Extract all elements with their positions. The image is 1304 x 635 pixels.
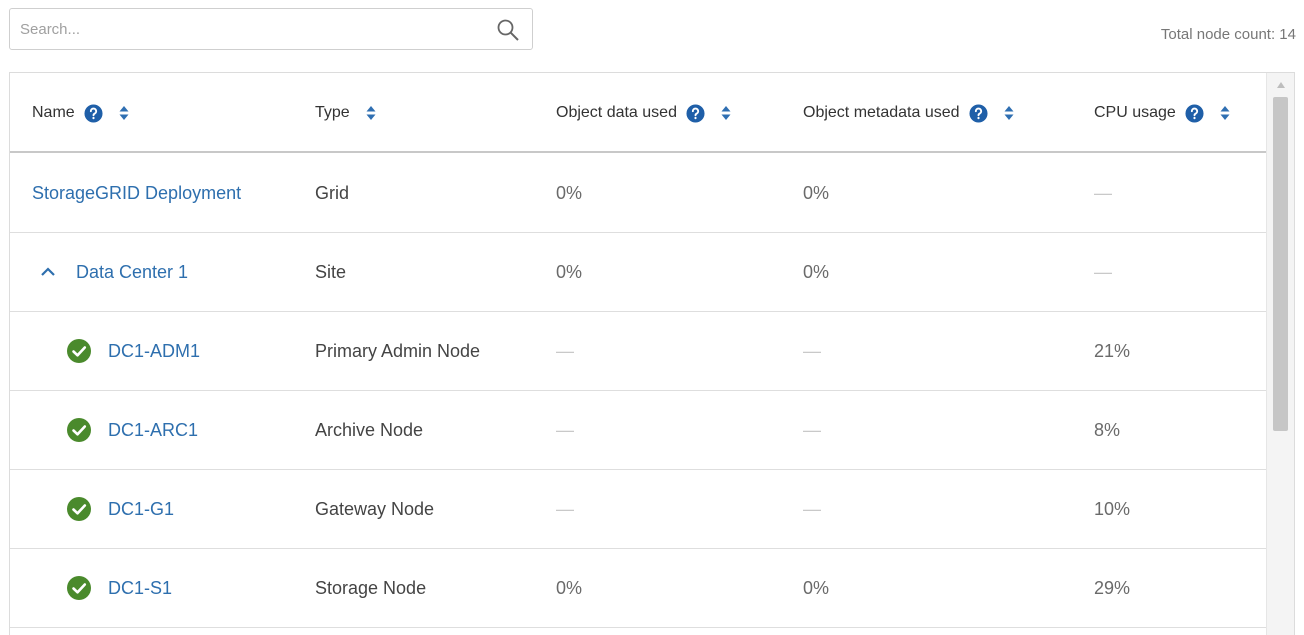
column-header-label: Name: [32, 104, 75, 121]
node-link[interactable]: DC1-G1: [108, 499, 174, 520]
column-header-object-data-used[interactable]: Object data used: [556, 102, 731, 124]
object-metadata-cell: 0%: [803, 182, 830, 203]
search-box[interactable]: [9, 8, 533, 50]
question-circle-icon[interactable]: [84, 103, 103, 123]
total-node-count: Total node count: 14: [1160, 26, 1296, 43]
cpu-usage-cell: 29%: [1094, 577, 1131, 598]
column-header-name[interactable]: Name: [32, 102, 129, 124]
question-circle-icon[interactable]: [1185, 103, 1204, 123]
object-metadata-cell: 0%: [803, 577, 830, 598]
object-metadata-cell: —: [803, 498, 821, 519]
sort-icon[interactable]: [119, 105, 129, 121]
sort-icon[interactable]: [1220, 105, 1230, 121]
cpu-usage-cell: 21%: [1094, 340, 1131, 361]
node-link[interactable]: DC1-ADM1: [108, 341, 200, 362]
check-circle-icon: [67, 497, 91, 521]
column-header-cpu-usage[interactable]: CPU usage: [1094, 102, 1230, 124]
name-cell: DC1-G1: [67, 470, 174, 548]
object-metadata-cell: —: [803, 419, 821, 440]
node-link[interactable]: DC1-ARC1: [108, 420, 198, 441]
cpu-usage-cell: —: [1094, 182, 1112, 203]
name-cell: DC1-ADM1: [67, 312, 200, 390]
column-header-object-metadata-used[interactable]: Object metadata used: [803, 102, 1014, 124]
name-cell: StorageGRID Deployment: [32, 154, 241, 232]
cpu-usage-cell: 10%: [1094, 498, 1131, 519]
vertical-scrollbar[interactable]: [1266, 73, 1294, 635]
check-circle-icon: [67, 576, 91, 600]
nodes-table: Name Type Object data used Object metada…: [9, 72, 1295, 635]
column-header-label: Type: [315, 104, 350, 121]
type-cell: Grid: [315, 182, 350, 203]
object-data-cell: 0%: [556, 577, 583, 598]
chevron-up-icon[interactable]: [40, 266, 56, 278]
check-circle-icon: [67, 339, 91, 363]
node-link[interactable]: DC1-S1: [108, 578, 172, 599]
type-cell: Storage Node: [315, 577, 427, 598]
table-row-grid: StorageGRID Deployment Grid 0% 0% —: [10, 154, 1266, 233]
name-cell: DC1-ARC1: [67, 391, 198, 469]
object-data-cell: 0%: [556, 261, 583, 282]
column-header-label: CPU usage: [1094, 104, 1176, 121]
search-input[interactable]: [20, 9, 490, 49]
node-link[interactable]: Data Center 1: [76, 262, 188, 283]
table-row-node: DC1-G1 Gateway Node — — 10%: [10, 470, 1266, 549]
column-header-label: Object metadata used: [803, 104, 960, 121]
object-metadata-cell: —: [803, 340, 821, 361]
type-cell: Primary Admin Node: [315, 340, 481, 361]
table-row-node: DC1-ARC1 Archive Node — — 8%: [10, 391, 1266, 470]
sort-icon[interactable]: [1004, 105, 1014, 121]
sort-icon[interactable]: [721, 105, 731, 121]
check-circle-icon: [67, 418, 91, 442]
type-cell: Archive Node: [315, 419, 424, 440]
question-circle-icon[interactable]: [686, 103, 705, 123]
type-cell: Site: [315, 261, 347, 282]
sort-icon[interactable]: [366, 105, 376, 121]
object-data-cell: 0%: [556, 182, 583, 203]
name-cell: DC1-S1: [67, 549, 172, 627]
name-cell: Data Center 1: [40, 233, 188, 311]
cpu-usage-cell: —: [1094, 261, 1112, 282]
type-cell: Gateway Node: [315, 498, 435, 519]
object-data-cell: —: [556, 419, 574, 440]
column-header-type[interactable]: Type: [315, 102, 376, 124]
node-link[interactable]: StorageGRID Deployment: [32, 183, 241, 204]
table-row-node: DC1-S1 Storage Node 0% 0% 29%: [10, 549, 1266, 628]
cpu-usage-cell: 8%: [1094, 419, 1121, 440]
object-data-cell: —: [556, 498, 574, 519]
scrollbar-thumb[interactable]: [1273, 97, 1288, 431]
search-icon[interactable]: [496, 18, 520, 42]
object-metadata-cell: 0%: [803, 261, 830, 282]
table-row-node: DC1-ADM1 Primary Admin Node — — 21%: [10, 312, 1266, 391]
table-row-site: Data Center 1 Site 0% 0% —: [10, 233, 1266, 312]
table-header: Name Type Object data used Object metada…: [10, 73, 1266, 153]
scroll-up-arrow-icon[interactable]: [1276, 81, 1286, 89]
column-header-label: Object data used: [556, 104, 677, 121]
question-circle-icon[interactable]: [969, 103, 988, 123]
object-data-cell: —: [556, 340, 574, 361]
